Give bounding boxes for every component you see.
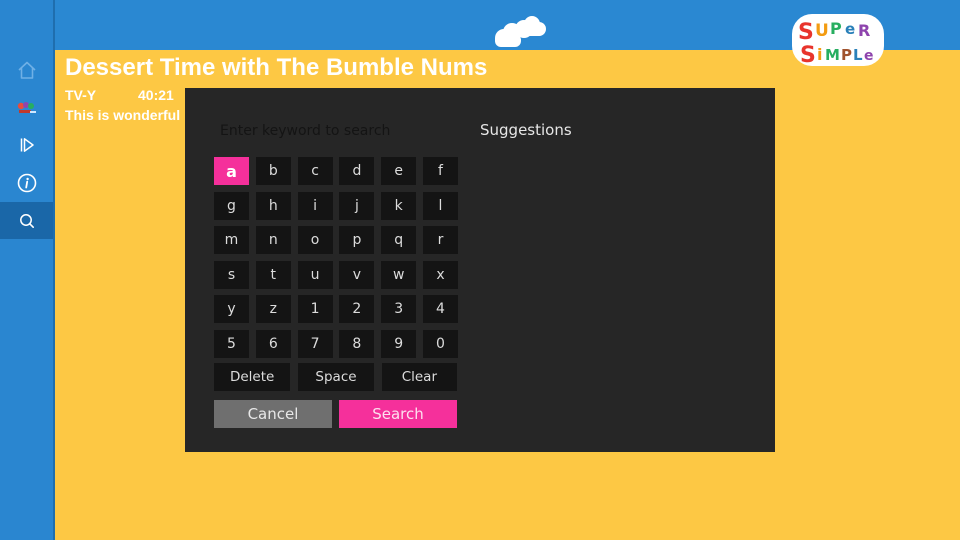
key-7[interactable]: 7 <box>297 329 333 358</box>
sidebar <box>0 0 53 540</box>
key-j[interactable]: j <box>339 191 375 220</box>
channel-logo-icon <box>17 101 36 113</box>
sidebar-item-channel[interactable] <box>0 89 53 126</box>
svg-text:e: e <box>864 48 874 64</box>
key-y[interactable]: y <box>214 295 249 323</box>
sidebar-divider <box>53 0 55 540</box>
key-n[interactable]: n <box>255 226 291 254</box>
key-3[interactable]: 3 <box>381 295 417 323</box>
key-c[interactable]: c <box>297 157 333 185</box>
key-f[interactable]: f <box>422 157 458 185</box>
video-title: Dessert Time with The Bumble Nums <box>65 54 488 81</box>
search-icon <box>19 213 34 228</box>
key-z[interactable]: z <box>255 295 291 323</box>
sidebar-item-play[interactable] <box>0 126 53 163</box>
space-key[interactable]: Space <box>298 363 374 391</box>
key-w[interactable]: w <box>381 260 417 289</box>
key-t[interactable]: t <box>255 260 291 289</box>
key-m[interactable]: m <box>214 226 249 254</box>
suggestions-heading: Suggestions <box>480 121 572 139</box>
keyboard-actions: Delete Space Clear <box>214 363 458 391</box>
search-button[interactable]: Search <box>339 400 457 428</box>
svg-text:R: R <box>858 21 870 40</box>
video-duration: 40:21 <box>138 87 174 103</box>
info-icon <box>17 173 36 192</box>
key-r[interactable]: r <box>422 226 458 254</box>
key-b[interactable]: b <box>255 157 291 185</box>
cloud-icon <box>495 16 546 47</box>
key-4[interactable]: 4 <box>422 295 458 323</box>
svg-text:L: L <box>853 46 863 64</box>
sidebar-item-search[interactable] <box>0 202 53 239</box>
logo-line2: S <box>800 43 816 68</box>
svg-text:P: P <box>841 46 852 64</box>
content-rating: TV-Y <box>65 87 97 103</box>
key-8[interactable]: 8 <box>339 329 375 358</box>
key-o[interactable]: o <box>297 226 333 254</box>
logo-line1: S <box>798 20 814 45</box>
sidebar-item-home[interactable] <box>0 51 53 88</box>
svg-text:e: e <box>845 20 855 38</box>
key-l[interactable]: l <box>422 191 458 220</box>
sidebar-item-info[interactable] <box>0 164 53 201</box>
delete-key[interactable]: Delete <box>214 363 291 391</box>
svg-text:M: M <box>825 46 840 64</box>
on-screen-keyboard: abcdef ghijkl mnopqr stuvwx yz1234 567890 <box>214 157 458 358</box>
key-a[interactable]: a <box>214 157 249 185</box>
key-9[interactable]: 9 <box>381 329 417 358</box>
video-description: This is wonderful <box>65 107 181 123</box>
key-g[interactable]: g <box>214 191 249 220</box>
key-u[interactable]: u <box>297 260 333 289</box>
key-e[interactable]: e <box>381 157 417 185</box>
key-h[interactable]: h <box>255 191 291 220</box>
svg-text:i: i <box>817 45 822 64</box>
clear-key[interactable]: Clear <box>381 363 458 391</box>
key-d[interactable]: d <box>339 157 375 185</box>
play-icon <box>20 137 34 152</box>
svg-text:U: U <box>815 21 829 41</box>
key-5[interactable]: 5 <box>214 329 249 358</box>
key-1[interactable]: 1 <box>297 295 333 323</box>
search-dialog: Suggestions abcdef ghijkl mnopqr stuvwx yz12… <box>185 88 775 452</box>
super-simple-logo: S U P e R S i M P L e <box>792 14 884 68</box>
key-x[interactable]: x <box>422 260 458 289</box>
key-6[interactable]: 6 <box>255 329 291 358</box>
svg-text:P: P <box>830 19 842 38</box>
key-k[interactable]: k <box>381 191 417 220</box>
cancel-button[interactable]: Cancel <box>214 400 332 428</box>
search-input[interactable] <box>220 120 470 142</box>
key-0[interactable]: 0 <box>422 329 458 358</box>
key-i[interactable]: i <box>297 191 333 220</box>
key-s[interactable]: s <box>214 260 249 289</box>
key-p[interactable]: p <box>339 226 375 254</box>
home-icon <box>17 61 36 79</box>
key-q[interactable]: q <box>381 226 417 254</box>
key-2[interactable]: 2 <box>339 295 375 323</box>
dialog-buttons: Cancel Search <box>214 400 457 428</box>
key-v[interactable]: v <box>339 260 375 289</box>
